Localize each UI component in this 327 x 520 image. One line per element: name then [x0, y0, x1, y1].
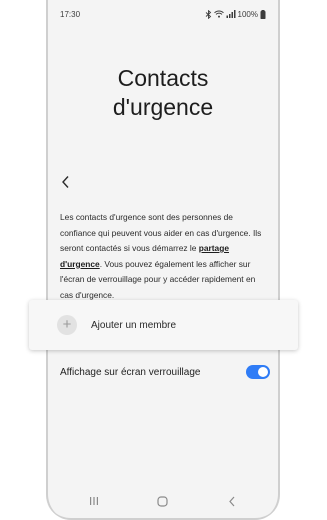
home-icon [157, 495, 169, 507]
page-title: Contacts d'urgence [60, 64, 266, 122]
page-title-line2: d'urgence [112, 94, 214, 120]
navigation-bar [60, 492, 266, 510]
chevron-left-icon [61, 176, 69, 188]
status-bar: 17:30 100% [60, 8, 266, 20]
add-member-button[interactable]: + Ajouter un membre [29, 300, 298, 350]
lock-screen-display-label: Affichage sur écran verrouillage [60, 366, 201, 378]
lock-screen-display-setting[interactable]: Affichage sur écran verrouillage [60, 362, 270, 382]
description-text-start: Les contacts d'urgence sont des personne… [60, 212, 262, 253]
status-icons: 100% [205, 9, 266, 19]
battery-icon [260, 9, 266, 19]
status-time: 17:30 [60, 9, 81, 19]
home-button[interactable] [153, 493, 173, 509]
bluetooth-icon [205, 9, 211, 19]
battery-level: 100% [237, 9, 258, 19]
plus-icon: + [57, 315, 77, 335]
toggle-knob [258, 367, 268, 377]
recent-apps-icon [90, 497, 99, 505]
recent-apps-button[interactable] [84, 493, 104, 509]
wifi-icon [213, 10, 224, 18]
back-icon [228, 496, 235, 506]
emergency-contacts-description: Les contacts d'urgence sont des personne… [60, 210, 266, 303]
system-back-button[interactable] [222, 493, 242, 509]
page-title-line1: Contacts [117, 65, 209, 91]
lock-screen-display-toggle[interactable] [246, 365, 270, 379]
signal-icon [226, 10, 236, 18]
add-member-label: Ajouter un membre [91, 319, 177, 331]
back-button[interactable] [56, 172, 74, 192]
